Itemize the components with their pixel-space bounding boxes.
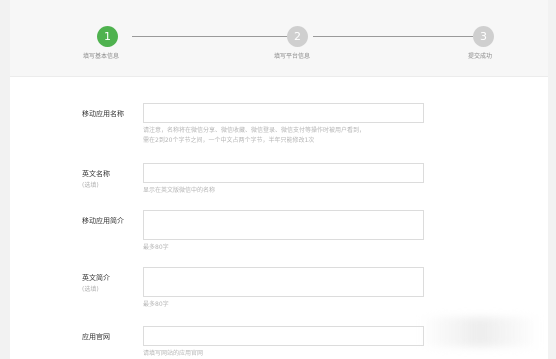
english-intro-label: 英文简介 [82,274,110,282]
website-label: 应用官网 [82,333,110,341]
english-name-input[interactable] [143,163,424,183]
app-intro-textarea[interactable] [143,210,424,240]
watermark-blur [420,317,540,347]
step-connector [313,36,473,37]
website-hint: 请填写网站的应用官网 [143,350,204,357]
step-indicator: 1 2 3 填写基本信息 填写平台信息 提交成功 [10,0,548,77]
step-1-circle: 1 [97,26,118,47]
english-intro-optional: (选填) [82,286,99,293]
step-2-circle: 2 [287,26,308,47]
app-info-form: 移动应用名称 请注意，名称将在微信分享、微信收藏、微信登录、微信支付等操作时被用… [10,77,548,359]
step-connector [132,36,288,37]
app-name-hint-line1: 请注意，名称将在微信分享、微信收藏、微信登录、微信支付等操作时被用户看到， [143,127,366,134]
app-intro-label: 移动应用简介 [82,217,124,225]
app-name-input[interactable] [143,103,424,123]
step-1-label: 填写基本信息 [83,53,120,60]
app-intro-hint: 最多80字 [143,244,169,251]
english-intro-hint: 最多80字 [143,301,169,308]
english-name-hint: 显示在英文版微信中的名称 [143,187,216,194]
english-intro-textarea[interactable] [143,267,424,297]
step-2-label: 填写平台信息 [274,53,311,60]
app-name-label: 移动应用名称 [82,110,124,118]
website-input[interactable] [143,326,424,346]
app-name-hint-line2: 需在2到20个字节之间，一个中文占两个字节，半年只能修改1次 [143,137,315,144]
step-3-label: 提交成功 [468,53,493,60]
page: 1 2 3 填写基本信息 填写平台信息 提交成功 移动应用名称 请注意，名称将在… [0,0,556,359]
step-3-circle: 3 [473,26,494,47]
english-name-optional: (选填) [82,182,99,189]
english-name-label: 英文名称 [82,170,110,178]
